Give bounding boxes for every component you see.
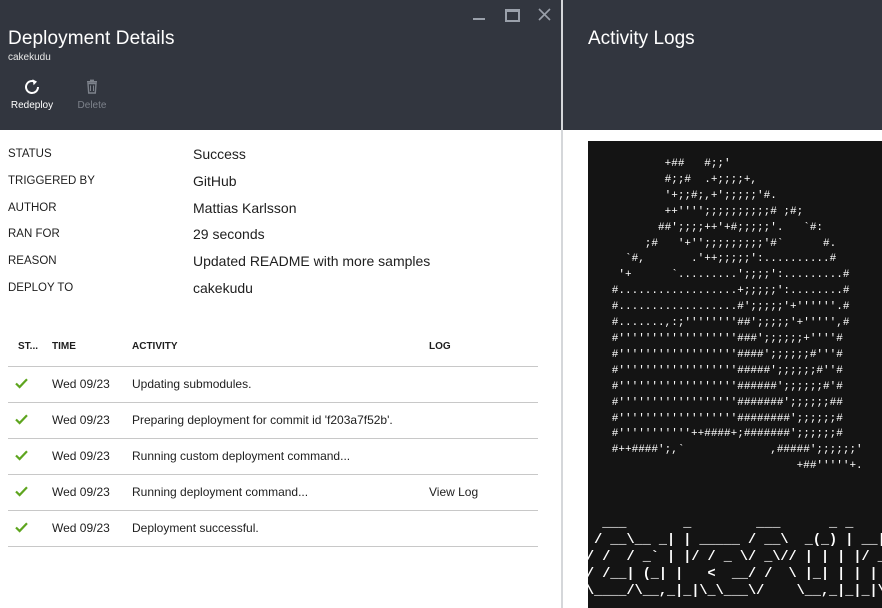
property-label: TRIGGERED BY [8, 174, 95, 187]
property-label: DEPLOY TO [8, 281, 74, 294]
property-value-triggered-by: GitHub [193, 172, 237, 189]
redeploy-button[interactable]: Redeploy [2, 78, 62, 118]
table-row[interactable]: Wed 09/23 Running deployment command... … [8, 475, 538, 511]
column-header-status[interactable]: ST... [18, 341, 38, 352]
blade-header: Activity Logs [563, 0, 882, 130]
row-activity: Running deployment command... [132, 485, 309, 499]
property-label: STATUS [8, 148, 52, 160]
delete-button[interactable]: Delete [62, 78, 122, 118]
row-time: Wed 09/23 [52, 521, 110, 535]
property-label: RAN FOR [8, 228, 60, 241]
property-label: REASON [8, 255, 57, 268]
property-value-author: Mattias Karlsson [193, 199, 297, 216]
check-icon [15, 486, 28, 497]
deployment-details-blade: Deployment Details cakekudu Redeploy Del… [0, 0, 561, 608]
row-time: Wed 09/23 [52, 377, 110, 391]
minimize-icon[interactable] [469, 6, 489, 24]
property-value-deploy-to: cakekudu [193, 279, 253, 296]
property-value-ran-for: 29 seconds [193, 226, 265, 243]
check-icon [15, 378, 28, 389]
log-console[interactable]: +## #;;' #;;# .+;;;;+, '+;;#;,+';;;;;'#.… [588, 141, 882, 608]
column-header-log[interactable]: LOG [429, 341, 451, 352]
deployment-properties: STATUS Success TRIGGERED BY GitHub AUTHO… [0, 146, 561, 307]
row-time: Wed 09/23 [52, 413, 110, 427]
blade-title: Activity Logs [588, 28, 695, 49]
property-row: REASON Updated README with more samples [0, 253, 561, 280]
grid-header: ST... TIME ACTIVITY LOG [8, 332, 538, 367]
property-value-reason: Updated README with more samples [193, 253, 431, 270]
ascii-art-logo: +## #;;' #;;# .+;;;;+, '+;;#;,+';;;;;'#.… [611, 158, 863, 473]
blade-title: Deployment Details [8, 28, 175, 49]
view-log-link[interactable]: View Log [429, 485, 478, 499]
property-row: DEPLOY TO cakekudu [0, 280, 561, 307]
blade-subtitle: cakekudu [8, 52, 51, 63]
table-row[interactable]: Wed 09/23 Running custom deployment comm… [8, 439, 538, 475]
property-value-status: Success [193, 146, 246, 162]
redeploy-label: Redeploy [10, 100, 54, 111]
close-icon[interactable] [535, 6, 555, 24]
ascii-banner: ___ _ ___ _ _ _ / __\__ _| | _____ / __\… [588, 516, 882, 599]
property-row: TRIGGERED BY GitHub [0, 173, 561, 200]
maximize-icon[interactable] [502, 6, 522, 24]
column-header-time[interactable]: TIME [52, 341, 76, 352]
trash-icon [87, 79, 97, 94]
property-label: AUTHOR [8, 201, 57, 214]
row-activity: Running custom deployment command... [132, 449, 351, 463]
property-row: STATUS Success [0, 146, 561, 173]
table-row[interactable]: Wed 09/23 Preparing deployment for commi… [8, 403, 538, 439]
row-activity: Deployment successful. [132, 521, 259, 535]
refresh-icon [25, 79, 39, 94]
blade-header: Deployment Details cakekudu Redeploy Del… [0, 0, 561, 130]
row-activity: Preparing deployment for commit id 'f203… [132, 413, 393, 427]
activity-logs-blade: Activity Logs +## #;;' #;;# .+;;;;+, '+;… [563, 0, 882, 608]
table-row[interactable]: Wed 09/23 Updating submodules. [8, 367, 538, 403]
property-row: AUTHOR Mattias Karlsson [0, 200, 561, 227]
check-icon [15, 450, 28, 461]
row-time: Wed 09/23 [52, 449, 110, 463]
property-row: RAN FOR 29 seconds [0, 226, 561, 253]
activity-grid: ST... TIME ACTIVITY LOG Wed 09/23 Updati… [8, 332, 538, 547]
row-activity: Updating submodules. [132, 377, 252, 391]
table-row[interactable]: Wed 09/23 Deployment successful. [8, 511, 538, 547]
check-icon [15, 414, 28, 425]
check-icon [15, 522, 28, 533]
row-time: Wed 09/23 [52, 485, 110, 499]
column-header-activity[interactable]: ACTIVITY [132, 341, 178, 352]
delete-label: Delete [77, 100, 107, 111]
